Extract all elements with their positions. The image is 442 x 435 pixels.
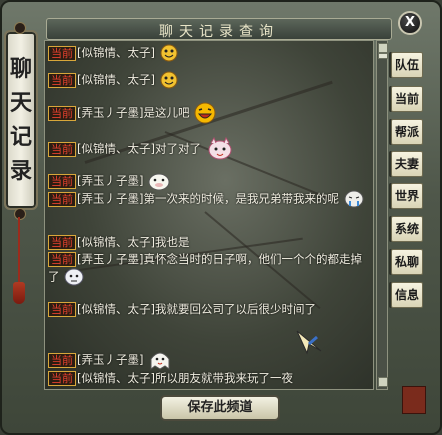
chat-message: 当前 [弄玉丿子墨]是这儿吧 [48,102,369,124]
tassel-icon [13,282,25,304]
chat-scrollbar[interactable] [376,40,388,390]
window-header: 聊天记录查询 [46,18,392,40]
scroll-down-button[interactable] [378,377,388,387]
message-text: [似锦情、太子]我也是 [77,235,190,249]
tab-system[interactable]: 系统 [391,216,423,242]
side-title-char: 记 [9,124,32,150]
channel-tag[interactable]: 当前 [48,105,76,121]
tab-spouse[interactable]: 夫妻 [391,151,423,177]
chat-message: 当前 [弄玉丿子墨]真怀念当时的日子啊，他们一个个的都走掉了 [48,251,369,287]
channel-tag[interactable]: 当前 [48,252,76,267]
tab-private[interactable]: 私聊 [391,249,423,275]
message-text: [弄玉丿子墨]是这儿吧 [77,105,190,120]
tab-info[interactable]: 信息 [391,282,423,308]
chat-log-panel[interactable]: 当前 [似锦情、太子] 当前 [似锦情、太子] 当前 [弄玉丿子墨]是这儿吧 当前 [似… [44,40,374,390]
message-text: [弄玉丿子墨] [77,352,144,367]
chat-message: 当前 [似锦情、太子]我也是 [48,234,369,250]
bubble-emote-icon [64,268,84,286]
message-text: [似锦情、太子]对了对了 [77,141,201,156]
side-title-char: 聊 [9,56,32,82]
chat-log-window: 聊 天 记 录 聊天记录查询 X 当前 [似锦情、太子] 当前 [似锦情、太子] 当… [0,0,442,435]
channel-tag[interactable]: 当前 [48,371,76,386]
message-text: [似锦情、太子] [77,72,155,87]
tab-world[interactable]: 世界 [391,183,423,209]
laugh-emote-icon [194,102,216,124]
tab-guild[interactable]: 帮派 [391,119,423,145]
message-text: [弄玉丿子墨]真怀念当时的日子啊，他们一个个的都走掉了 [48,252,362,284]
scroll-thumb[interactable] [378,53,388,59]
chat-message: 当前 [似锦情、太子]所以朋友就带我来玩了一夜 [48,370,369,386]
window-title: 聊天记录查询 [159,24,279,40]
seal-stamp-logo [402,386,426,414]
channel-tag[interactable]: 当前 [48,173,76,189]
smile-emote-icon [160,71,178,89]
knot-ornament-icon [14,208,26,220]
save-channel-button[interactable]: 保存此频道 [160,395,280,421]
ghost-emote-icon [150,352,170,370]
cat-emote-icon [208,137,232,160]
smile-emote-icon [160,44,178,62]
close-button[interactable]: X [398,11,422,35]
chat-message: 当前 [似锦情、太子]我就要回公司了以后很少时间了 [48,301,369,317]
knot-ornament-icon [14,22,26,34]
tab-team[interactable]: 队伍 [391,52,423,78]
scroll-up-button[interactable] [378,43,388,53]
tassel-cord-icon [18,217,20,287]
side-title-char: 录 [9,158,32,184]
channel-tag[interactable]: 当前 [48,235,76,250]
chat-message: 当前 [弄玉丿子墨] [48,171,369,191]
channel-tag[interactable]: 当前 [48,45,76,61]
side-title-char: 天 [9,90,32,116]
side-title-text: 聊 天 记 录 [6,52,36,188]
message-text: [弄玉丿子墨]第一次来的时候，是我兄弟带我来的呢 [77,191,339,206]
message-text: [似锦情、太子]所以朋友就带我来玩了一夜 [77,371,293,385]
message-text: [似锦情、太子] [77,45,155,60]
side-title-banner: 聊 天 记 录 [4,30,38,210]
message-text: [弄玉丿子墨] [77,173,144,188]
channel-tag[interactable]: 当前 [48,302,76,317]
channel-tag[interactable]: 当前 [48,72,76,88]
tab-current[interactable]: 当前 [391,86,423,112]
cry-emote-icon [344,190,364,208]
cow-emote-icon [148,173,170,191]
channel-tag[interactable]: 当前 [48,141,76,157]
chat-message: 当前 [似锦情、太子] [48,44,369,62]
message-text: [似锦情、太子]我就要回公司了以后很少时间了 [77,302,316,316]
chat-message: 当前 [似锦情、太子] [48,71,369,89]
cursor-icon [296,330,322,355]
channel-tag[interactable]: 当前 [48,352,76,368]
chat-message: 当前 [弄玉丿子墨]第一次来的时候，是我兄弟带我来的呢 [48,189,369,209]
channel-tag[interactable]: 当前 [48,191,76,207]
chat-message: 当前 [似锦情、太子]对了对了 [48,137,369,161]
